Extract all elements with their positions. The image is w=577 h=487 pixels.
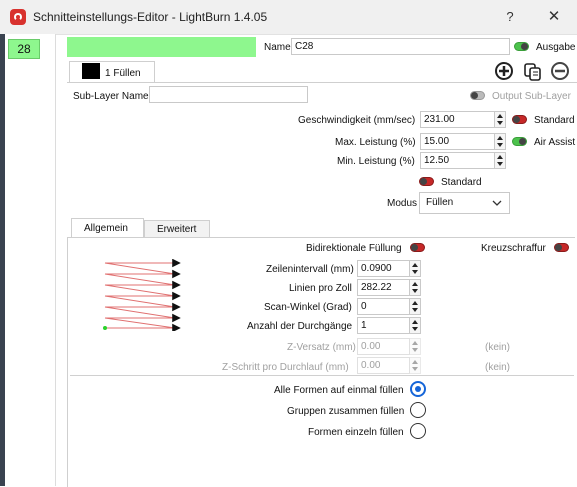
passes-stepper[interactable] xyxy=(410,317,421,334)
tab-advanced-label: Erweitert xyxy=(157,224,197,235)
crosshatch-toggle[interactable] xyxy=(554,243,569,252)
fill-groups-radio[interactable] xyxy=(410,402,426,418)
power-standard-label: Standard xyxy=(441,177,482,188)
z-offset-field[interactable]: 0.00 xyxy=(357,338,410,355)
minus-circle-icon xyxy=(555,69,565,73)
speed-standard-toggle[interactable] xyxy=(512,115,527,124)
close-button[interactable]: ✕ xyxy=(544,7,564,27)
scan-angle-label: Scan-Winkel (Grad) xyxy=(264,302,352,313)
z-offset-label: Z-Versatz (mm) xyxy=(287,342,356,353)
bidirectional-label: Bidirektionale Füllung xyxy=(306,243,402,254)
fill-all-radio[interactable] xyxy=(410,381,426,397)
speed-stepper[interactable] xyxy=(495,111,506,128)
fill-individually-radio[interactable] xyxy=(410,423,426,439)
lpi-field[interactable]: 282.22 xyxy=(357,279,410,296)
max-power-field[interactable]: 15.00 xyxy=(420,133,495,150)
max-power-stepper[interactable] xyxy=(495,133,506,150)
mode-label: Modus xyxy=(387,198,418,209)
sublayer-color-swatch xyxy=(82,63,100,79)
window-title: Schnitteinstellungs-Editor - LightBurn 1… xyxy=(33,10,268,24)
min-power-field[interactable]: 12.50 xyxy=(420,152,495,169)
interval-field[interactable]: 0.0900 xyxy=(357,260,410,277)
layer-list xyxy=(0,34,56,486)
output-sublayer-label: Output Sub-Layer xyxy=(492,91,571,102)
mode-select-value: Füllen xyxy=(426,197,454,208)
speed-standard-label: Standard xyxy=(534,115,575,126)
z-step-unit: (kein) xyxy=(485,362,511,373)
tab-general-label: Allgemein xyxy=(84,223,128,234)
interval-label: Zeilenintervall (mm) xyxy=(266,264,354,275)
remove-sublayer-button[interactable] xyxy=(551,62,569,80)
min-power-stepper[interactable] xyxy=(495,152,506,169)
fill-individually-label: Formen einzeln füllen xyxy=(308,427,404,438)
fill-all-label: Alle Formen auf einmal füllen xyxy=(274,385,404,396)
lightburn-logo-icon xyxy=(10,9,26,25)
passes-field[interactable]: 1 xyxy=(357,317,410,334)
z-offset-unit: (kein) xyxy=(485,342,511,353)
plus-circle-icon xyxy=(499,66,509,76)
bidirectional-toggle[interactable] xyxy=(410,243,425,252)
lpi-stepper[interactable] xyxy=(410,279,421,296)
crosshatch-label: Kreuzschraffur xyxy=(481,243,546,254)
z-step-stepper[interactable] xyxy=(410,357,421,374)
help-button[interactable]: ? xyxy=(500,7,520,27)
chevron-down-icon xyxy=(492,200,502,206)
scan-angle-stepper[interactable] xyxy=(410,298,421,315)
add-sublayer-button[interactable] xyxy=(495,62,513,80)
sublayer-name-field[interactable] xyxy=(149,86,308,103)
output-toggle[interactable] xyxy=(514,42,529,51)
air-assist-toggle[interactable] xyxy=(512,137,527,146)
fill-groups-label: Gruppen zusammen füllen xyxy=(287,406,405,417)
output-label: Ausgabe xyxy=(536,42,576,53)
lpi-label: Linien pro Zoll xyxy=(289,283,352,294)
layer-item-28[interactable]: 28 xyxy=(8,39,40,59)
copy-sublayer-button[interactable] xyxy=(523,62,543,82)
interval-stepper[interactable] xyxy=(410,260,421,277)
output-sublayer-toggle[interactable] xyxy=(470,91,485,100)
z-step-label: Z-Schritt pro Durchlauf (mm) xyxy=(222,362,349,373)
name-field[interactable]: C28 xyxy=(291,38,510,55)
max-power-label: Max. Leistung (%) xyxy=(335,137,416,148)
copy-icon xyxy=(524,63,541,81)
z-offset-stepper[interactable] xyxy=(410,338,421,355)
layer-color-swatch[interactable] xyxy=(67,37,256,57)
background-edge xyxy=(0,34,5,486)
mode-select[interactable]: Füllen xyxy=(419,192,510,214)
name-label: Name xyxy=(264,42,291,53)
section-divider xyxy=(70,375,574,376)
air-assist-label: Air Assist xyxy=(534,137,576,148)
tab-divider xyxy=(67,82,577,83)
sublayer-name-label: Sub-Layer Name xyxy=(73,91,149,102)
min-power-label: Min. Leistung (%) xyxy=(337,156,415,167)
power-standard-toggle[interactable] xyxy=(419,177,434,186)
sublayer-tab-label: 1 Füllen xyxy=(105,68,141,79)
speed-field[interactable]: 231.00 xyxy=(420,111,495,128)
scan-preview-graphic xyxy=(103,259,181,331)
passes-label: Anzahl der Durchgänge xyxy=(247,321,353,332)
scan-angle-field[interactable]: 0 xyxy=(357,298,410,315)
speed-label: Geschwindigkeit (mm/sec) xyxy=(298,115,416,126)
z-step-field[interactable]: 0.00 xyxy=(357,357,410,374)
